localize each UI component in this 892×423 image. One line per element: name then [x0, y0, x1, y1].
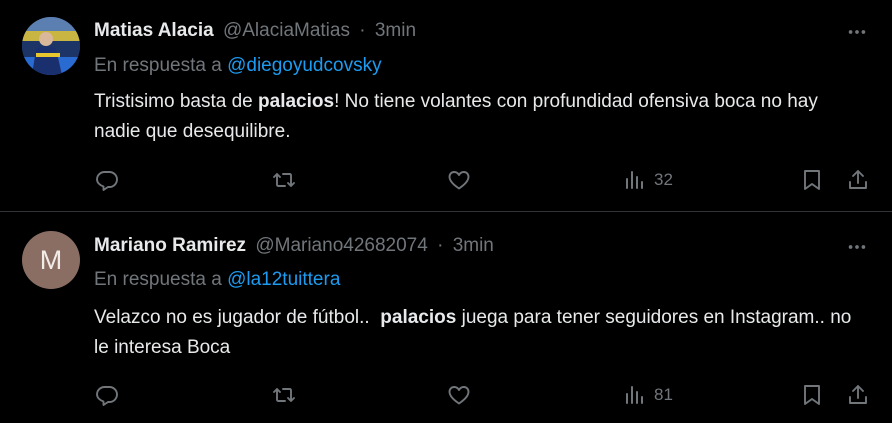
- views-icon: [626, 386, 643, 404]
- share-button[interactable]: [846, 383, 870, 407]
- tweet-header: Mariano Ramirez @Mariano42682074 · 3min: [94, 234, 494, 258]
- reply-handle-link[interactable]: @la12tuittera: [227, 269, 340, 290]
- tweet[interactable]: M Mariano Ramirez @Mariano42682074 · 3mi…: [0, 213, 892, 423]
- tweet[interactable]: Matias Alacia @AlaciaMatias · 3min En re…: [0, 0, 892, 212]
- share-icon: [849, 385, 867, 404]
- action-bar: 32: [0, 165, 892, 195]
- more-icon[interactable]: [846, 236, 868, 258]
- separator: ·: [359, 20, 366, 41]
- like-button[interactable]: [447, 168, 471, 192]
- bookmark-button[interactable]: [800, 168, 824, 192]
- reply-button[interactable]: [95, 168, 119, 192]
- views-count: 81: [654, 385, 673, 404]
- timestamp[interactable]: 3min: [453, 235, 494, 256]
- tweet-text-highlight: palacios: [258, 91, 335, 112]
- like-icon: [448, 386, 470, 405]
- reply-button[interactable]: [95, 383, 119, 407]
- avatar[interactable]: M: [22, 231, 80, 289]
- tweet-text: Tristisimo basta de palacios! No tiene v…: [94, 87, 864, 147]
- share-icon: [849, 170, 867, 189]
- like-icon: [448, 171, 470, 190]
- tweet-header: Matias Alacia @AlaciaMatias · 3min: [94, 19, 416, 43]
- reply-icon: [96, 171, 118, 191]
- bookmark-icon: [804, 170, 820, 190]
- separator: ·: [437, 235, 444, 256]
- tweet-text: Velazco no es jugador de fútbol.. palaci…: [94, 303, 864, 363]
- retweet-button[interactable]: [272, 383, 296, 407]
- display-name[interactable]: Mariano Ramirez: [94, 235, 246, 256]
- views-count: 32: [654, 170, 673, 189]
- reply-icon: [96, 386, 118, 406]
- bookmark-icon: [804, 385, 820, 405]
- views-button[interactable]: 32: [624, 168, 673, 192]
- reply-context: En respuesta a @la12tuittera: [94, 268, 340, 292]
- action-bar: 81: [0, 380, 892, 410]
- display-name[interactable]: Matias Alacia: [94, 20, 214, 41]
- reply-prefix: En respuesta a: [94, 269, 222, 290]
- share-button[interactable]: [846, 168, 870, 192]
- tweet-text-highlight: palacios: [380, 307, 457, 328]
- reply-handle-link[interactable]: @diegoyudcovsky: [227, 55, 381, 76]
- bookmark-button[interactable]: [800, 383, 824, 407]
- reply-context: En respuesta a @diegoyudcovsky: [94, 54, 382, 78]
- timestamp[interactable]: 3min: [375, 20, 416, 41]
- tweet-text-part: Velazco no es jugador de fútbol..: [94, 307, 381, 328]
- retweet-button[interactable]: [272, 168, 296, 192]
- views-icon: [626, 171, 643, 189]
- user-handle[interactable]: @AlaciaMatias: [223, 20, 350, 41]
- retweet-icon: [273, 173, 295, 187]
- more-icon[interactable]: [846, 21, 868, 43]
- tweet-text-part: Tristisimo basta de: [94, 91, 259, 112]
- user-handle[interactable]: @Mariano42682074: [255, 235, 427, 256]
- like-button[interactable]: [447, 383, 471, 407]
- avatar[interactable]: [22, 17, 80, 75]
- views-button[interactable]: 81: [624, 383, 673, 407]
- reply-prefix: En respuesta a: [94, 55, 222, 76]
- retweet-icon: [273, 388, 295, 402]
